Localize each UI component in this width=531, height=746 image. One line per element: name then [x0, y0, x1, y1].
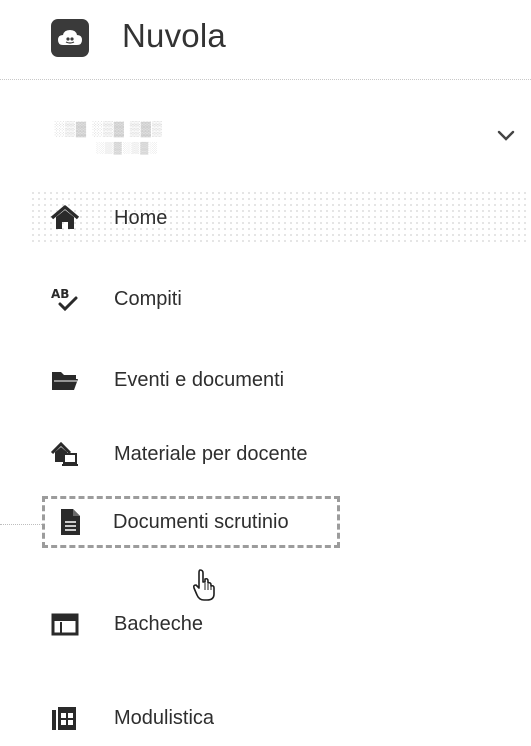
chevron-down-icon[interactable]: [496, 128, 516, 144]
sidebar-item-compiti[interactable]: AB Compiti: [30, 271, 350, 327]
folder-open-icon: [52, 372, 78, 390]
calendar-board-icon: [51, 613, 79, 636]
app-title: Nuvola: [122, 17, 226, 54]
sidebar-item-eventi-documenti[interactable]: Eventi e documenti: [30, 352, 350, 408]
file-icon: [61, 509, 80, 535]
cloud-logo-icon[interactable]: [51, 19, 89, 57]
home-icon: [50, 205, 80, 229]
sidebar-item-label: Home: [114, 207, 168, 229]
house-laptop-icon: [50, 441, 78, 466]
sidebar-item-home[interactable]: Home: [30, 190, 530, 246]
sidebar-item-label: Bacheche: [114, 613, 203, 635]
sidebar-item-materiale-docente[interactable]: Materiale per docente: [30, 426, 350, 482]
highlight-leader-line: [0, 524, 42, 525]
sidebar-item-bacheche[interactable]: Bacheche: [30, 596, 350, 652]
spellcheck-icon: AB: [51, 287, 78, 312]
user-subtitle-redacted: ░▒▓░▒▓░: [96, 142, 159, 154]
user-name-redacted: ░▒▓ ░▒▓ ▒▓▒: [54, 120, 163, 136]
svg-text:AB: AB: [51, 287, 69, 301]
sidebar-item-label: Documenti scrutinio: [113, 511, 289, 533]
sidebar-item-label: Modulistica: [114, 707, 215, 729]
user-selector[interactable]: ░▒▓ ░▒▓ ▒▓▒ ░▒▓░▒▓░: [0, 108, 531, 168]
sidebar-item-documenti-scrutinio[interactable]: Documenti scrutinio: [42, 496, 340, 548]
sidebar-item-label: Eventi e documenti: [114, 369, 285, 391]
header-divider: [0, 79, 531, 80]
sidebar-item-label: Materiale per docente: [114, 443, 308, 465]
sidebar-item-modulistica[interactable]: Modulistica: [30, 690, 350, 746]
forms-icon: [52, 707, 76, 730]
app-header: Nuvola: [0, 0, 531, 80]
sidebar-item-label: Compiti: [114, 288, 182, 310]
